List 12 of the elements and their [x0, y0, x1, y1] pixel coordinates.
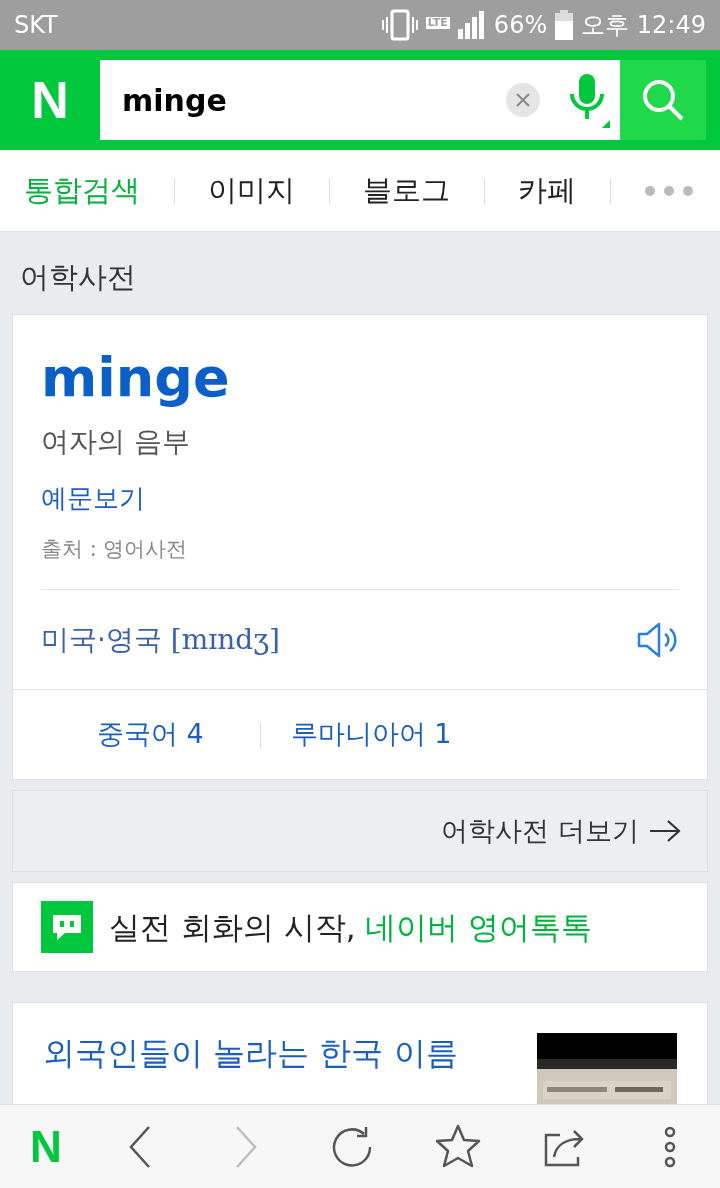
network-label: LTE [425, 17, 450, 30]
clock: 오후 12:49 [581, 10, 706, 41]
battery-percent: 66% [493, 10, 548, 41]
carrier-name: SKT [14, 10, 58, 41]
source-text: 출처 : 영어사전 [41, 535, 189, 563]
section-title: 어학사전 [19, 259, 137, 296]
pronunciation: 미국·영국 [mɪndʒ] [41, 621, 280, 658]
logo: N [30, 70, 70, 131]
headword: minge [41, 350, 231, 405]
promo-text: 실전 회화의 시작, 네이버 영어톡톡 [109, 907, 593, 947]
article-title: 외국인들이 놀라는 한국 이름 [43, 1033, 459, 1074]
definition: 여자의 음부 [41, 423, 191, 460]
